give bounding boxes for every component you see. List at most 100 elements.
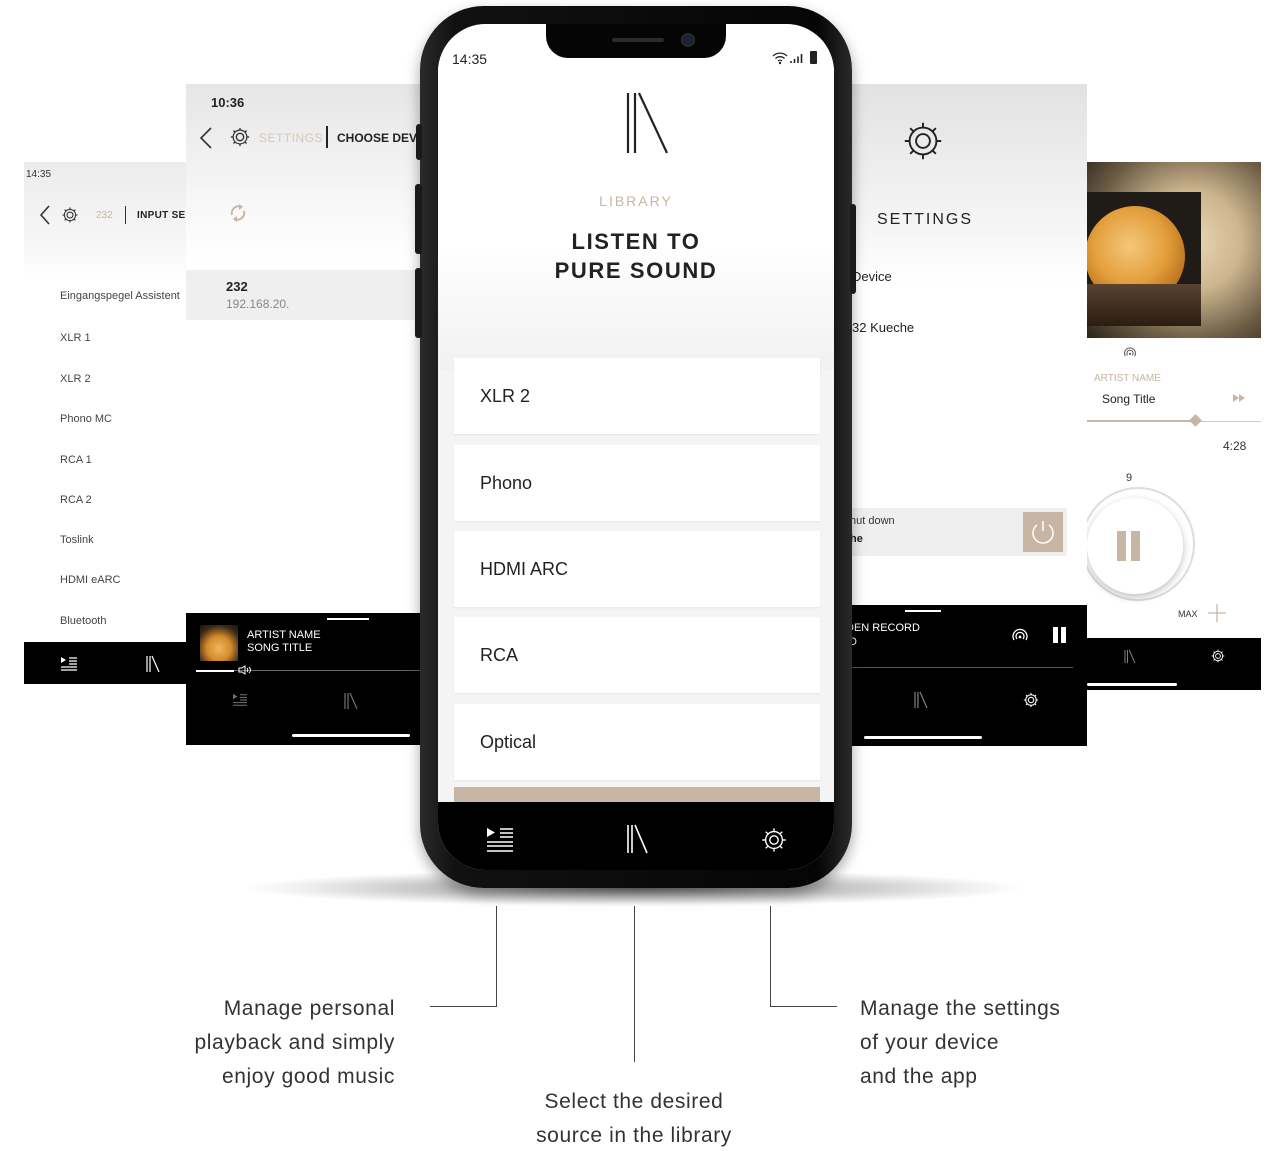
drag-handle[interactable] xyxy=(327,618,369,620)
library-icon[interactable] xyxy=(344,692,358,710)
volume-slider-fill[interactable] xyxy=(196,670,234,672)
source-card[interactable]: HDMI ARC xyxy=(454,531,820,607)
pause-icon[interactable] xyxy=(1053,627,1058,643)
artist-name: ARTIST NAME xyxy=(1094,373,1161,384)
volume-up-button xyxy=(415,184,422,254)
home-indicator xyxy=(292,734,410,737)
list-item[interactable]: RCA 1 xyxy=(60,454,92,466)
source-label: Optical xyxy=(480,732,537,752)
side-button xyxy=(850,204,856,294)
callout-line xyxy=(496,906,497,1006)
gear-icon[interactable] xyxy=(760,826,788,854)
max-label: MAX xyxy=(1178,609,1198,619)
progress-fill xyxy=(1087,420,1195,422)
volume-slider-track[interactable] xyxy=(234,670,426,671)
caption-library: Select the desired source in the library xyxy=(536,1090,732,1147)
playlist-icon[interactable] xyxy=(486,826,514,854)
airplay-icon[interactable] xyxy=(1123,346,1137,360)
gear-icon[interactable] xyxy=(229,126,251,148)
skip-forward-icon[interactable] xyxy=(1233,394,1245,402)
page-title: SETTINGS xyxy=(877,211,974,228)
status-time: 10:36 xyxy=(211,95,245,110)
gear-icon[interactable] xyxy=(1210,648,1226,664)
library-icon[interactable] xyxy=(626,824,648,854)
list-item[interactable]: Phono MC xyxy=(60,413,112,425)
home-indicator xyxy=(1087,683,1177,686)
battery-icon xyxy=(810,51,817,64)
playlist-icon[interactable] xyxy=(232,693,248,707)
progress-track[interactable] xyxy=(846,667,1073,668)
song-title: SONG TITLE xyxy=(247,642,313,654)
source-label: Phono xyxy=(480,473,533,493)
library-icon[interactable] xyxy=(1124,649,1136,664)
pause-icon[interactable] xyxy=(1061,627,1066,643)
playlist-icon[interactable] xyxy=(60,656,78,672)
breadcrumb[interactable]: SETTINGS xyxy=(259,131,323,145)
gear-icon[interactable] xyxy=(61,206,79,224)
list-item[interactable]: HDMI eARC xyxy=(60,574,121,586)
progress-knob[interactable] xyxy=(1189,414,1202,427)
list-item[interactable]: XLR 1 xyxy=(60,332,91,344)
power-button[interactable] xyxy=(1023,512,1063,552)
breadcrumb[interactable]: 232 xyxy=(96,210,113,221)
now-playing-screen: ARTIST NAME Song Title 4:28 9 MAX xyxy=(1087,162,1261,690)
source-card[interactable]: Optical xyxy=(454,704,820,780)
device-name: 232 xyxy=(226,279,248,294)
section-label: LIBRARY xyxy=(599,193,673,209)
shutdown-label: hut down xyxy=(850,515,895,527)
library-icon[interactable] xyxy=(914,691,928,709)
shutdown-row[interactable]: hut down he xyxy=(846,508,1067,556)
list-item[interactable]: RCA 2 xyxy=(60,494,92,506)
library-screen: 14:35 LIBRARY LISTEN TO PURE SOUND XLR 2… xyxy=(438,24,834,870)
list-item[interactable]: Toslink xyxy=(60,534,94,546)
source-card[interactable]: XLR 2 xyxy=(454,358,820,434)
plus-icon[interactable] xyxy=(1207,603,1227,623)
speaker-icon xyxy=(238,665,252,675)
back-chevron-icon[interactable] xyxy=(198,126,214,150)
home-indicator xyxy=(864,736,982,739)
song-title: Song Title xyxy=(1102,392,1156,406)
drag-handle[interactable] xyxy=(905,610,941,612)
refresh-icon[interactable] xyxy=(229,203,247,223)
album-art xyxy=(200,625,238,661)
list-item[interactable]: Bluetooth xyxy=(60,615,106,627)
source-card[interactable]: RCA xyxy=(454,617,820,693)
mini-player[interactable]: ARTIST NAME SONG TITLE xyxy=(186,613,426,745)
headline-line-2: PURE SOUND xyxy=(554,258,718,283)
divider xyxy=(326,126,328,148)
caption-playback: Manage personal playback and simply enjo… xyxy=(194,997,395,1088)
airplay-icon[interactable] xyxy=(1011,627,1029,645)
list-item[interactable]: Eingangspegel Assistent xyxy=(60,290,180,302)
duration: 4:28 xyxy=(1223,439,1247,453)
library-icon[interactable] xyxy=(146,655,160,673)
device-row[interactable]: 232 192.168.20. xyxy=(186,270,426,320)
gear-icon[interactable] xyxy=(1022,691,1040,709)
mini-player[interactable]: DEN RECORD ID xyxy=(846,605,1087,746)
list-item[interactable]: XLR 2 xyxy=(60,373,91,385)
divider xyxy=(125,206,126,224)
callout-line xyxy=(770,906,771,1006)
settings-row-device[interactable]: Device xyxy=(852,269,892,284)
settings-screen: SETTINGS Device 32 Kueche hut down he DE… xyxy=(846,84,1087,746)
phone-frame: 14:35 LIBRARY LISTEN TO PURE SOUND XLR 2… xyxy=(415,6,856,888)
logo-icon xyxy=(626,92,670,154)
pause-icon xyxy=(1117,531,1126,561)
device-ip: 192.168.20. xyxy=(226,297,290,311)
tab-bar xyxy=(1087,638,1261,690)
callout-line xyxy=(634,906,635,1062)
source-label: HDMI ARC xyxy=(480,559,569,579)
signal-icon xyxy=(790,52,804,64)
status-time: 14:35 xyxy=(452,51,488,67)
tab-bar xyxy=(438,802,834,870)
headline-line-1: LISTEN TO xyxy=(571,229,701,254)
notch xyxy=(546,24,726,58)
back-chevron-icon[interactable] xyxy=(38,204,52,226)
status-time: 14:35 xyxy=(26,169,52,180)
wifi-icon xyxy=(772,51,788,65)
play-pause-button[interactable] xyxy=(1087,498,1183,594)
volume-value: 9 xyxy=(1126,472,1133,484)
gear-icon xyxy=(900,118,946,164)
source-card[interactable]: Phono xyxy=(454,445,820,521)
artist-name: ARTIST NAME xyxy=(247,629,321,641)
settings-row-device-name[interactable]: 32 Kueche xyxy=(852,320,914,335)
